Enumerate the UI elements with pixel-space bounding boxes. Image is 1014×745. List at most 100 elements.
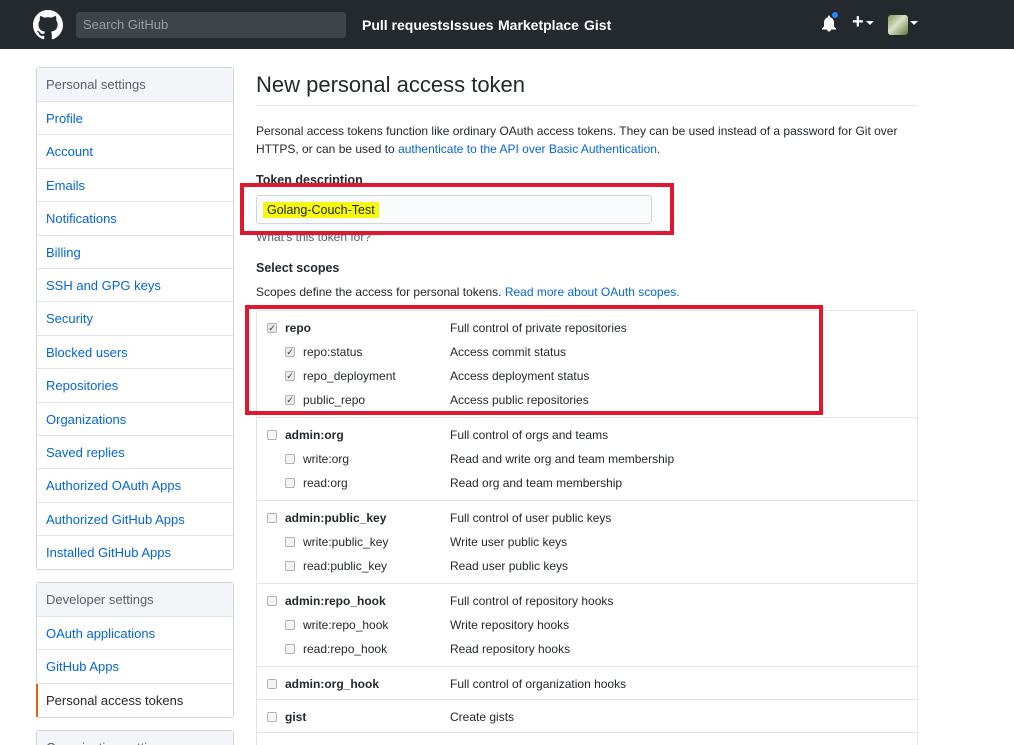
sub-scope-row-public-repo[interactable]: ✓ public_repo Access public repositories (257, 390, 917, 410)
scope-name: admin:org_hook (285, 677, 380, 691)
sidebar-item-billing[interactable]: Billing (37, 236, 233, 269)
scope-name: admin:public_key (285, 511, 387, 525)
checkbox-admin-public-key[interactable] (267, 513, 277, 523)
checkbox-write-repo-hook[interactable] (285, 620, 295, 630)
intro-end: . (656, 142, 661, 156)
scope-description: Read user public keys (450, 559, 569, 573)
sidebar-item-blocked-users[interactable]: Blocked users (37, 336, 233, 370)
scope-description: Access public repositories (450, 393, 589, 407)
scope-group-repo: ✓ repo Full control of private repositorie… (257, 311, 917, 418)
header-bar: Pull requests Issues Marketplace Gist + (0, 0, 1014, 49)
checkbox-repo[interactable]: ✓ (267, 323, 277, 333)
checkbox-read-org[interactable] (285, 478, 295, 488)
user-avatar[interactable] (888, 15, 908, 35)
sub-scope-row-read-repo-hook[interactable]: read:repo_hook Read repository hooks (257, 639, 917, 659)
nav-marketplace[interactable]: Marketplace (498, 17, 579, 33)
personal-settings-menu: Personal settings Profile Account Emails… (36, 67, 234, 571)
scope-row-admin-org[interactable]: admin:org Full control of orgs and teams (257, 425, 917, 445)
checkbox-read-public-key[interactable] (285, 561, 295, 571)
basic-auth-link[interactable]: authenticate to the API over Basic Authe… (398, 142, 657, 156)
scope-name: write:public_key (303, 535, 389, 549)
scope-row-gist[interactable]: gist Create gists (257, 707, 917, 727)
scopes-description: Scopes define the access for personal to… (256, 285, 680, 299)
scope-description: Access notifications (450, 740, 555, 745)
checkbox-repo-status[interactable]: ✓ (285, 347, 295, 357)
scope-name: admin:repo_hook (285, 594, 386, 608)
sidebar-item-github-apps[interactable]: GitHub Apps (37, 650, 233, 684)
checkbox-write-public-key[interactable] (285, 537, 295, 547)
sidebar-item-saved-replies[interactable]: Saved replies (37, 436, 233, 470)
scope-row-notifications[interactable]: notifications Access notifications (257, 740, 917, 745)
plus-caret-icon[interactable] (866, 21, 874, 25)
scope-description: Access deployment status (450, 369, 590, 383)
scope-name: gist (285, 710, 307, 724)
checkbox-gist[interactable] (267, 712, 277, 722)
scopes-desc-text: Scopes define the access for personal to… (256, 285, 505, 299)
intro-paragraph: Personal access tokens function like ord… (256, 122, 920, 158)
token-description-input[interactable]: Golang-Couch-Test (256, 195, 652, 224)
token-description-label: Token description (256, 173, 363, 187)
oauth-scopes-link[interactable]: Read more about OAuth scopes. (505, 285, 680, 299)
checkbox-write-org[interactable] (285, 454, 295, 464)
sub-scope-row-write-repo-hook[interactable]: write:repo_hook Write repository hooks (257, 615, 917, 635)
sidebar-item-repositories[interactable]: Repositories (37, 369, 233, 403)
scope-description: Read org and team membership (450, 476, 623, 490)
scope-name: repo:status (303, 345, 363, 359)
sidebar-item-security[interactable]: Security (37, 302, 233, 336)
scope-group-admin-org-hook: admin:org_hook Full control of organizati… (257, 667, 917, 700)
scope-group-admin-org: admin:org Full control of orgs and teams w… (257, 418, 917, 501)
scope-name: notifications (285, 740, 356, 745)
github-logo-icon[interactable] (33, 10, 63, 40)
token-description-value: Golang-Couch-Test (263, 202, 379, 218)
sub-scope-row-repo-status[interactable]: ✓ repo:status Access commit status (257, 342, 917, 362)
sub-scope-row-write-public-key[interactable]: write:public_key Write user public keys (257, 532, 917, 552)
sub-scope-row-write-org[interactable]: write:org Read and write org and team mem… (257, 449, 917, 469)
scope-row-admin-repo-hook[interactable]: admin:repo_hook Full control of repositor… (257, 591, 917, 611)
sidebar-item-notifications[interactable]: Notifications (37, 202, 233, 236)
scope-description: Full control of private repositories (450, 321, 627, 335)
checkbox-public-repo[interactable]: ✓ (285, 395, 295, 405)
scope-name: read:public_key (303, 559, 388, 573)
scope-description: Full control of repository hooks (450, 594, 614, 608)
nav-gist[interactable]: Gist (584, 17, 611, 33)
avatar-caret-icon[interactable] (910, 21, 918, 25)
scope-description: Full control of organization hooks (450, 677, 627, 691)
search-input[interactable] (76, 12, 346, 38)
scope-name: admin:org (285, 428, 344, 442)
scope-group-gist: gist Create gists (257, 700, 917, 733)
scopes-list: ✓ repo Full control of private repositorie… (256, 310, 918, 745)
sidebar-item-personal-access-tokens[interactable]: Personal access tokens (36, 683, 233, 718)
scope-name: public_repo (303, 393, 366, 407)
sidebar-item-ssh-gpg-keys[interactable]: SSH and GPG keys (37, 269, 233, 303)
sidebar-item-emails[interactable]: Emails (37, 169, 233, 203)
checkbox-admin-org-hook[interactable] (267, 679, 277, 689)
sub-scope-row-repo-deployment[interactable]: ✓ repo_deployment Access deployment status (257, 366, 917, 386)
checkbox-admin-org[interactable] (267, 430, 277, 440)
developer-settings-heading: Developer settings (37, 583, 233, 617)
scope-group-admin-repo-hook: admin:repo_hook Full control of repositor… (257, 584, 917, 667)
title-divider (256, 105, 918, 106)
checkbox-read-repo-hook[interactable] (285, 644, 295, 654)
scope-row-admin-org-hook[interactable]: admin:org_hook Full control of organizati… (257, 674, 917, 694)
sidebar-item-account[interactable]: Account (37, 135, 233, 169)
scope-description: Write repository hooks (450, 618, 570, 632)
scope-group-admin-public-key: admin:public_key Full control of user pub… (257, 501, 917, 584)
sidebar-item-authorized-oauth-apps[interactable]: Authorized OAuth Apps (37, 469, 233, 503)
nav-issues[interactable]: Issues (450, 17, 494, 33)
sidebar-item-authorized-github-apps[interactable]: Authorized GitHub Apps (37, 503, 233, 537)
checkbox-admin-repo-hook[interactable] (267, 596, 277, 606)
scope-description: Full control of user public keys (450, 511, 612, 525)
checkbox-repo-deployment[interactable]: ✓ (285, 371, 295, 381)
scope-description: Write user public keys (450, 535, 568, 549)
scope-name: write:repo_hook (303, 618, 389, 632)
scope-row-repo[interactable]: ✓ repo Full control of private repositorie… (257, 318, 917, 338)
sidebar-item-oauth-applications[interactable]: OAuth applications (37, 617, 233, 651)
sub-scope-row-read-org[interactable]: read:org Read org and team membership (257, 473, 917, 493)
sidebar-item-organizations[interactable]: Organizations (37, 403, 233, 436)
nav-pull-requests[interactable]: Pull requests (362, 17, 450, 33)
scope-row-admin-public-key[interactable]: admin:public_key Full control of user pub… (257, 508, 917, 528)
sub-scope-row-read-public-key[interactable]: read:public_key Read user public keys (257, 556, 917, 576)
sidebar-item-profile[interactable]: Profile (37, 102, 233, 136)
plus-icon[interactable]: + (852, 12, 864, 32)
sidebar-item-installed-github-apps[interactable]: Installed GitHub Apps (37, 536, 233, 569)
